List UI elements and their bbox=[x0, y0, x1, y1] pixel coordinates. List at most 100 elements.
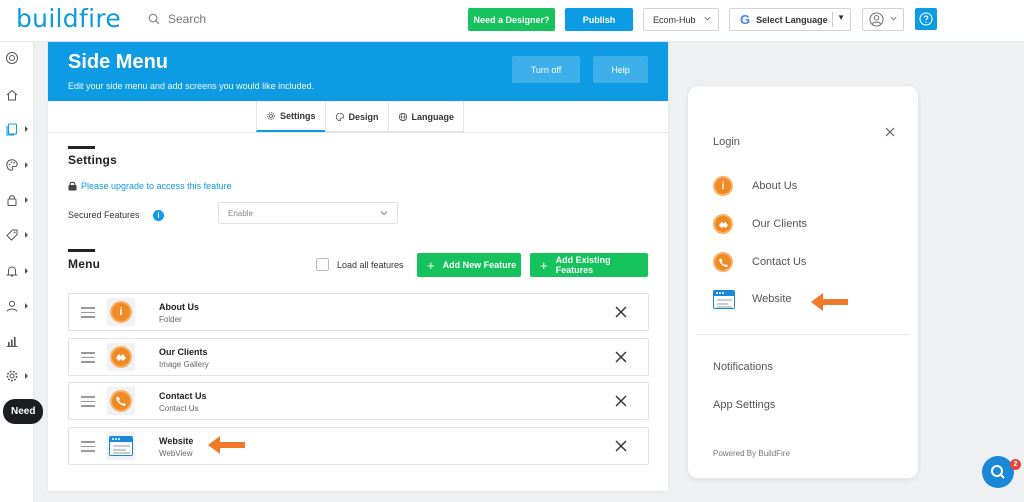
top-bar: buildfire Search Need a Designer? Publis… bbox=[0, 0, 1024, 42]
add-new-feature-button[interactable]: + Add New Feature bbox=[417, 253, 521, 277]
row-type: WebView bbox=[159, 449, 193, 458]
menu-row-about-us[interactable]: i About Us Folder bbox=[68, 293, 649, 331]
publish-button[interactable]: Publish bbox=[565, 8, 633, 31]
turn-off-button[interactable]: Turn off bbox=[512, 56, 580, 83]
chevron-down-icon bbox=[890, 16, 897, 21]
caret-right-icon bbox=[25, 268, 28, 274]
menu-row-our-clients[interactable]: Our Clients Image Gallery bbox=[68, 338, 649, 376]
gear-icon bbox=[6, 370, 18, 382]
preview-item-contact-us[interactable]: Contact Us bbox=[713, 252, 806, 272]
rail-item-support[interactable] bbox=[0, 47, 34, 69]
rail-item-users[interactable] bbox=[0, 295, 34, 317]
drag-handle-icon[interactable] bbox=[81, 441, 95, 452]
need-designer-button[interactable]: Need a Designer? bbox=[468, 8, 555, 31]
section-accent-bar bbox=[68, 249, 95, 252]
add-existing-features-button[interactable]: + Add Existing Features bbox=[530, 253, 648, 277]
preview-item-about-us[interactable]: i About Us bbox=[713, 176, 797, 196]
need-help-pill[interactable]: Need bbox=[3, 399, 43, 424]
plus-icon: + bbox=[540, 257, 548, 273]
drag-handle-icon[interactable] bbox=[81, 352, 95, 363]
caret-right-icon bbox=[25, 373, 28, 379]
row-name: About Us bbox=[159, 302, 199, 312]
load-all-checkbox[interactable] bbox=[316, 258, 329, 271]
arrow-left-icon bbox=[811, 293, 848, 311]
tab-settings-label: Settings bbox=[280, 110, 316, 121]
remove-icon[interactable] bbox=[614, 305, 628, 319]
section-accent-bar bbox=[68, 146, 95, 149]
remove-icon[interactable] bbox=[614, 350, 628, 364]
handshake-icon bbox=[713, 214, 733, 234]
chevron-down-icon bbox=[380, 211, 388, 216]
rail-item-security[interactable] bbox=[0, 189, 34, 211]
rail-item-monetize[interactable] bbox=[0, 224, 34, 246]
preview-divider bbox=[697, 334, 910, 335]
handshake-icon bbox=[110, 346, 132, 368]
drag-handle-icon[interactable] bbox=[81, 307, 95, 318]
preview-item-our-clients[interactable]: Our Clients bbox=[713, 214, 807, 234]
add-existing-features-label: Add Existing Features bbox=[555, 255, 611, 275]
arrow-left-icon bbox=[208, 436, 245, 454]
rail-item-analytics[interactable] bbox=[0, 330, 34, 352]
rail-item-notifications[interactable] bbox=[0, 260, 34, 282]
menu-row-contact-us[interactable]: Contact Us Contact Us bbox=[68, 382, 649, 420]
preview-item-label: About Us bbox=[752, 180, 798, 192]
search-box[interactable]: Search bbox=[148, 12, 206, 26]
info-icon: i bbox=[110, 301, 132, 323]
rail-item-settings[interactable] bbox=[0, 365, 34, 387]
webview-icon bbox=[713, 290, 735, 309]
secured-features-select[interactable]: Enable bbox=[218, 202, 398, 224]
caret-right-icon bbox=[25, 303, 28, 309]
drag-handle-icon[interactable] bbox=[81, 396, 95, 407]
rail-item-pages[interactable] bbox=[0, 118, 34, 140]
triangle-down-icon: ▼ bbox=[837, 13, 845, 22]
remove-icon[interactable] bbox=[614, 394, 628, 408]
panel-header: Side Menu Edit your side menu and add sc… bbox=[48, 42, 668, 101]
preview-notifications[interactable]: Notifications bbox=[713, 361, 773, 373]
page-subtitle: Edit your side menu and add screens you … bbox=[68, 81, 315, 91]
divider bbox=[832, 12, 833, 27]
remove-icon[interactable] bbox=[614, 439, 628, 453]
upgrade-link[interactable]: Please upgrade to access this feature bbox=[68, 181, 232, 191]
preview-item-website[interactable]: Website bbox=[713, 290, 792, 309]
tab-divider bbox=[48, 132, 668, 133]
tag-icon bbox=[6, 229, 18, 241]
language-selector[interactable]: G Select Language ▼ bbox=[729, 8, 851, 31]
secured-features-value: Enable bbox=[228, 208, 253, 218]
powered-by: Powered By BuildFire bbox=[713, 449, 790, 458]
language-label: Select Language bbox=[756, 14, 828, 25]
row-type: Image Gallery bbox=[159, 360, 209, 369]
home-icon bbox=[6, 89, 18, 101]
buildfire-logo[interactable]: buildfire bbox=[16, 4, 121, 33]
help-button[interactable] bbox=[915, 8, 937, 30]
rail-item-home[interactable] bbox=[0, 84, 34, 106]
preview-item-label: Our Clients bbox=[752, 218, 808, 230]
search-icon bbox=[148, 13, 160, 25]
info-icon[interactable]: i bbox=[153, 210, 164, 221]
menu-row-website[interactable]: Website WebView bbox=[68, 427, 649, 465]
row-name: Website bbox=[159, 436, 194, 446]
user-avatar-icon bbox=[869, 12, 884, 27]
help-panel-button[interactable]: Help bbox=[593, 56, 648, 83]
caret-right-icon bbox=[25, 162, 28, 168]
preview-app-settings[interactable]: App Settings bbox=[713, 399, 775, 411]
account-menu[interactable] bbox=[862, 8, 904, 31]
palette-icon bbox=[6, 159, 18, 171]
tab-design[interactable]: Design bbox=[324, 101, 388, 132]
load-all-features[interactable]: Load all features bbox=[316, 258, 404, 271]
chevron-down-icon bbox=[704, 16, 711, 21]
info-icon: i bbox=[713, 176, 733, 196]
gear-icon bbox=[267, 111, 275, 120]
tab-language[interactable]: Language bbox=[387, 101, 465, 132]
row-type: Contact Us bbox=[159, 404, 199, 413]
close-icon[interactable] bbox=[885, 127, 895, 137]
side-menu-preview: Login i About Us Our Clients Contact Us bbox=[697, 94, 910, 470]
bell-icon bbox=[6, 266, 18, 277]
support-chat-button[interactable] bbox=[982, 456, 1014, 488]
app-selector[interactable]: Ecom-Hub bbox=[643, 8, 719, 31]
preview-login[interactable]: Login bbox=[713, 136, 740, 148]
rail-item-design[interactable] bbox=[0, 154, 34, 176]
caret-right-icon bbox=[25, 197, 28, 203]
row-icon-tile bbox=[107, 432, 135, 460]
tab-settings[interactable]: Settings bbox=[256, 101, 325, 132]
lock-icon bbox=[68, 181, 77, 191]
